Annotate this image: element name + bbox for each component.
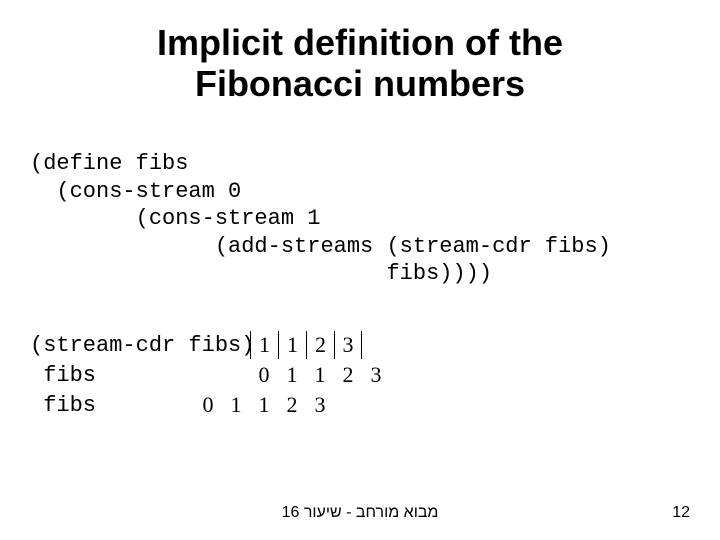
cell: 0: [250, 361, 278, 389]
row-cells: 1123: [250, 331, 362, 359]
slide: Implicit definition of the Fibonacci num…: [0, 0, 720, 540]
row-cells: 01123: [194, 391, 334, 419]
code-block: (define fibs (cons-stream 0 (cons-stream…: [30, 150, 611, 288]
cell: 3: [306, 391, 334, 419]
cell: 2: [334, 361, 362, 389]
title-line-2: Fibonacci numbers: [195, 63, 525, 104]
row-label: fibs: [30, 363, 250, 388]
page-number: 12: [672, 504, 690, 522]
footer-center: מבוא מורחב - שיעור 16: [0, 504, 720, 522]
cell: 1: [278, 331, 306, 359]
cell: 2: [278, 391, 306, 419]
cell: 2: [306, 331, 334, 359]
row-cells: 01123: [250, 361, 390, 389]
code-l5: fibs)))): [30, 261, 492, 286]
table-row: fibs 01123: [30, 390, 390, 420]
slide-title: Implicit definition of the Fibonacci num…: [0, 22, 720, 105]
code-l2: (cons-stream 0: [30, 179, 241, 204]
stream-table: (stream-cdr fibs) 1123 fibs 01123 fibs 0…: [30, 330, 390, 420]
cell: 1: [306, 361, 334, 389]
title-line-1: Implicit definition of the: [157, 22, 563, 63]
row-label: (stream-cdr fibs): [30, 333, 250, 358]
cell: 3: [362, 361, 390, 389]
cell: 1: [222, 391, 250, 419]
cell: 3: [334, 331, 362, 359]
cell: 1: [250, 331, 278, 359]
code-l3: (cons-stream 1: [30, 206, 320, 231]
table-row: fibs 01123: [30, 360, 390, 390]
code-l1: (define fibs: [30, 151, 188, 176]
cell: 1: [250, 391, 278, 419]
cell: 0: [194, 391, 222, 419]
cell: 1: [278, 361, 306, 389]
code-l4: (add-streams (stream-cdr fibs): [30, 234, 611, 259]
table-row: (stream-cdr fibs) 1123: [30, 330, 390, 360]
